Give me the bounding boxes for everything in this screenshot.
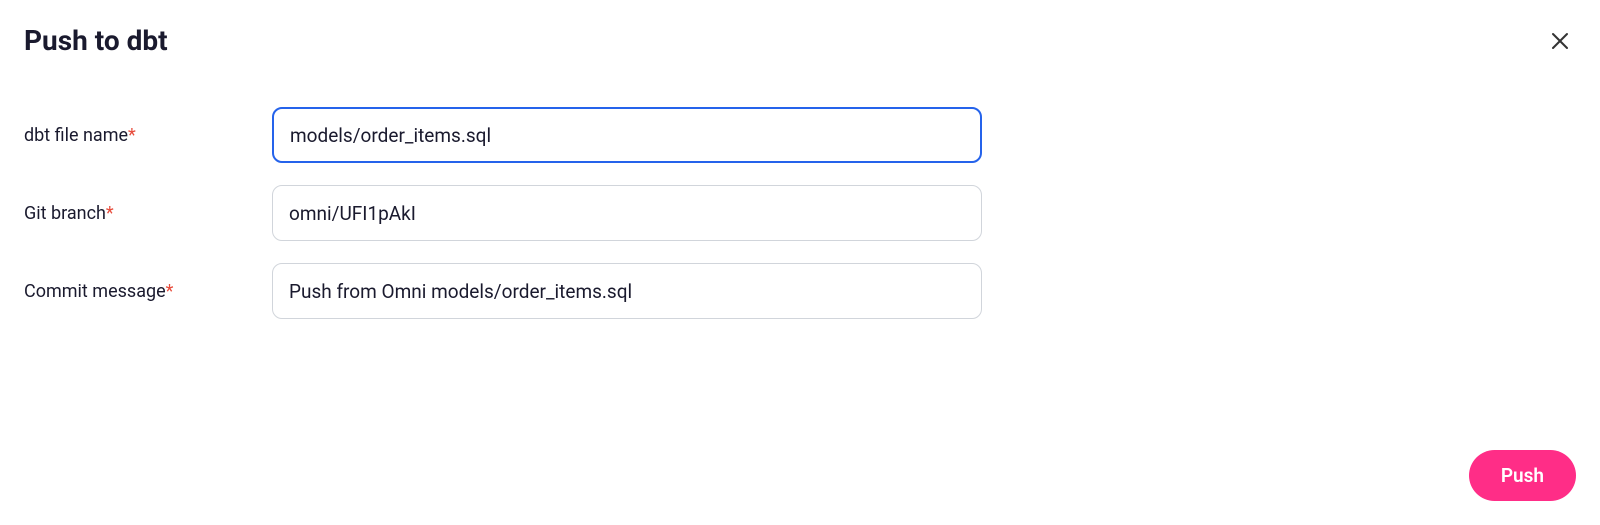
file-name-label-text: dbt file name: [24, 125, 128, 146]
commit-message-label: Commit message*: [24, 281, 272, 302]
close-button[interactable]: [1544, 25, 1576, 57]
dialog-footer: Push: [1469, 450, 1576, 501]
file-name-label: dbt file name*: [24, 125, 272, 146]
dialog-title: Push to dbt: [24, 24, 168, 57]
git-branch-input[interactable]: [272, 185, 982, 241]
commit-message-label-text: Commit message: [24, 281, 166, 302]
file-name-input[interactable]: [272, 107, 982, 163]
required-marker: *: [128, 125, 136, 146]
dialog-header: Push to dbt: [24, 24, 1576, 57]
form-row-file-name: dbt file name*: [24, 107, 1576, 163]
git-branch-label-text: Git branch: [24, 203, 106, 224]
required-marker: *: [166, 281, 174, 302]
form-row-commit-message: Commit message*: [24, 263, 1576, 319]
form-row-git-branch: Git branch*: [24, 185, 1576, 241]
git-branch-label: Git branch*: [24, 203, 272, 224]
close-icon: [1548, 29, 1572, 53]
required-marker: *: [106, 203, 114, 224]
push-button[interactable]: Push: [1469, 450, 1576, 501]
commit-message-input[interactable]: [272, 263, 982, 319]
